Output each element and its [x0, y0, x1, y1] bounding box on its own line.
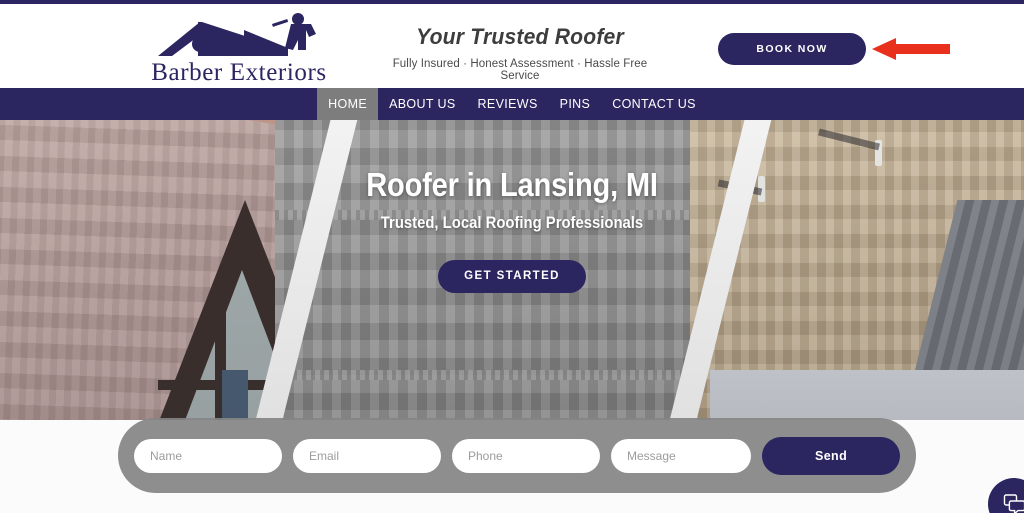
logo-wordmark: Barber Exteriors	[151, 59, 327, 86]
main-navigation: HOME ABOUT US REVIEWS PINS CONTACT US	[0, 88, 1024, 120]
email-input[interactable]	[293, 438, 441, 473]
nav-item-pins[interactable]: PINS	[549, 88, 602, 120]
chat-widget-button[interactable]	[988, 478, 1024, 513]
header-tagline: Your Trusted Roofer Fully Insured · Hone…	[378, 24, 662, 82]
name-input[interactable]	[134, 438, 282, 473]
tagline-subline: Fully Insured · Honest Assessment · Hass…	[392, 58, 648, 82]
nav-item-about-us[interactable]: ABOUT US	[378, 88, 466, 120]
roof-with-roofer-icon	[158, 13, 316, 56]
contact-form-panel: Send	[118, 418, 916, 493]
hero-banner: Roofer in Lansing, MI Trusted, Local Roo…	[0, 120, 1024, 420]
get-started-button[interactable]: GET STARTED	[438, 260, 586, 293]
hero-content: Roofer in Lansing, MI Trusted, Local Roo…	[0, 166, 1024, 293]
book-now-button[interactable]: BOOK NOW	[718, 33, 866, 65]
tagline-headline: Your Trusted Roofer	[416, 24, 624, 49]
send-button[interactable]: Send	[762, 436, 900, 475]
nav-item-reviews[interactable]: REVIEWS	[467, 88, 549, 120]
hero-title: Roofer in Lansing, MI	[366, 166, 658, 203]
chat-bubbles-icon	[1003, 494, 1024, 513]
left-pointing-arrow-icon	[872, 38, 950, 60]
page-root: Barber Exteriors Your Trusted Roofer Ful…	[0, 0, 1024, 513]
nav-item-home[interactable]: HOME	[317, 88, 379, 120]
site-header: Barber Exteriors Your Trusted Roofer Ful…	[0, 4, 1024, 88]
site-logo[interactable]: Barber Exteriors	[148, 10, 330, 86]
phone-input[interactable]	[452, 438, 600, 473]
message-textarea[interactable]	[611, 438, 752, 473]
hero-subtitle: Trusted, Local Roofing Professionals	[380, 214, 644, 232]
nav-item-contact-us[interactable]: CONTACT US	[601, 88, 707, 120]
